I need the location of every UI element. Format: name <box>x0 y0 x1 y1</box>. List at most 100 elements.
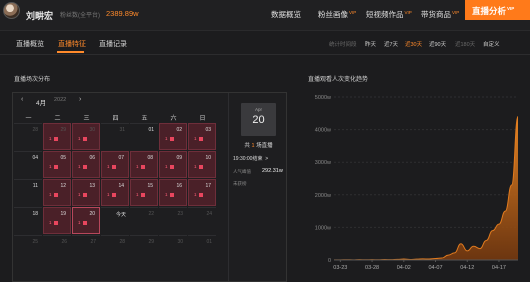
nav-label: 数据概览 <box>271 10 301 19</box>
live-icon <box>82 192 87 197</box>
avatar[interactable] <box>3 2 20 19</box>
day-number: 03 <box>205 127 211 133</box>
live-count-badge: 1 <box>165 164 174 169</box>
weekday-label: 二 <box>54 116 61 122</box>
range-30-days[interactable]: 近30天 <box>405 40 422 48</box>
selected-month: Apr <box>254 107 262 112</box>
calendar-day: 今天 <box>101 207 129 234</box>
live-icon <box>82 164 87 169</box>
calendar-day: 27 <box>72 235 100 262</box>
calendar-day-live[interactable]: 10 1 <box>188 151 216 178</box>
day-number: 23 <box>177 211 183 217</box>
day-number: 06 <box>89 155 95 161</box>
fans-label: 粉丝数(全平台) <box>60 13 100 19</box>
live-count-badge: 1 <box>107 192 116 197</box>
range-180-days: 近180天 <box>455 42 476 48</box>
calendar-day-live[interactable]: 03 1 <box>188 123 216 150</box>
calendar-day-live[interactable]: 15 1 <box>130 179 158 206</box>
nav-live-analysis[interactable]: 直播分析VIP <box>465 0 530 20</box>
x-tick-label: 03-28 <box>365 265 379 271</box>
prev-month-icon[interactable]: ‹ <box>21 96 23 103</box>
calendar-day: 30 <box>159 235 187 262</box>
calendar-day-live[interactable]: 30 1 <box>72 123 100 150</box>
calendar-header: ‹ 4月 2022 › <box>13 93 225 107</box>
live-count-number: 1 <box>107 192 110 197</box>
live-count-number: 1 <box>136 192 139 197</box>
calendar-day-live[interactable]: 19 1 <box>43 207 71 234</box>
calendar-day-live[interactable]: 02 1 <box>159 123 187 150</box>
calendar-day-live[interactable]: 05 1 <box>43 151 71 178</box>
nav-goods[interactable]: 带货商品VIP <box>421 9 459 20</box>
calendar-day-live[interactable]: 20 1 <box>72 207 100 234</box>
day-number: 19 <box>60 211 66 217</box>
live-count-badge: 1 <box>49 164 58 169</box>
live-icon <box>53 164 58 169</box>
tab-live-features[interactable]: 直播特征 <box>58 39 86 49</box>
calendar-day-live[interactable]: 12 1 <box>43 179 71 206</box>
y-tick-label: 5000w <box>315 95 331 101</box>
range-90-days[interactable]: 近90天 <box>429 40 446 48</box>
day-number: 30 <box>89 127 95 133</box>
live-icon <box>53 136 58 141</box>
day-number: 22 <box>148 211 154 217</box>
chevron-right-icon: > <box>265 156 269 162</box>
calendar-day: 11 <box>14 179 42 206</box>
day-number: 30 <box>177 239 183 245</box>
live-count-number: 1 <box>78 192 81 197</box>
calendar-day-live[interactable]: 08 1 <box>130 151 158 178</box>
live-count-number: 1 <box>194 164 197 169</box>
live-count-number: 1 <box>49 164 52 169</box>
weekday-label: 四 <box>112 116 119 122</box>
y-tick-label: 0 <box>328 258 331 264</box>
calendar-day: 01 <box>130 123 158 150</box>
weekday-label: 三 <box>83 116 90 122</box>
live-icon <box>53 220 58 225</box>
x-tick-label: 04-07 <box>428 265 442 271</box>
calendar-day: 24 <box>188 207 216 234</box>
live-icon <box>198 164 203 169</box>
range-label: 统计时间段 <box>329 42 357 48</box>
day-number: 12 <box>60 183 66 189</box>
calendar-day-live[interactable]: 29 1 <box>43 123 71 150</box>
calendar-day-live[interactable]: 09 1 <box>159 151 187 178</box>
calendar-day: 26 <box>43 235 71 262</box>
today-label: 今天 <box>115 212 126 218</box>
live-count-number: 1 <box>78 164 81 169</box>
next-month-icon[interactable]: › <box>79 96 81 103</box>
live-count-badge: 1 <box>194 164 203 169</box>
calendar-day: 04 <box>14 151 42 178</box>
nav-label: 粉丝画像 <box>318 10 348 19</box>
day-detail: Apr 20 共 1 场直播 19:30:00结束 > 人气峰值 292.31w… <box>228 93 287 281</box>
range-custom[interactable]: 自定义 <box>483 40 500 48</box>
y-tick-label: 4000w <box>315 128 331 134</box>
x-tick-label: 04-02 <box>397 265 411 271</box>
live-session[interactable]: 19:30:00结束 > <box>233 155 268 162</box>
calendar-day-live[interactable]: 13 1 <box>72 179 100 206</box>
calendar-day-live[interactable]: 06 1 <box>72 151 100 178</box>
range-7-days[interactable]: 近7天 <box>384 40 398 48</box>
live-icon <box>169 136 174 141</box>
range-yesterday[interactable]: 昨天 <box>365 40 376 48</box>
y-tick-label: 1000w <box>315 225 331 231</box>
calendar-panel: ‹ 4月 2022 › 一二三四五六日 28 29 1 30 1 31 01 02 1 03 1 04… <box>12 92 287 282</box>
tab-live-overview[interactable]: 直播概览 <box>16 39 44 49</box>
day-number: 11 <box>32 183 38 189</box>
live-count-number: 1 <box>78 136 81 141</box>
live-count-badge: 1 <box>49 192 58 197</box>
top-bar: 刘畊宏 粉丝数(全平台) 2389.89w 数据概览 粉丝画像VIP 短视频作品… <box>0 0 530 31</box>
nav-fans-profile[interactable]: 粉丝画像VIP <box>318 9 356 20</box>
calendar-day-live[interactable]: 14 1 <box>101 179 129 206</box>
tab-live-records[interactable]: 直播记录 <box>99 39 127 49</box>
live-icon <box>140 164 145 169</box>
calendar-day: 22 <box>130 207 158 234</box>
day-number: 16 <box>176 183 182 189</box>
active-tab-underline <box>57 51 84 53</box>
fans-value: 2389.89w <box>106 9 139 18</box>
calendar-day: 28 <box>101 235 129 262</box>
session-time: 19:30:00结束 <box>233 156 263 162</box>
nav-short-video[interactable]: 短视频作品VIP <box>366 9 412 20</box>
calendar-day-live[interactable]: 17 1 <box>188 179 216 206</box>
calendar-day-live[interactable]: 16 1 <box>159 179 187 206</box>
calendar-day-live[interactable]: 07 1 <box>101 151 129 178</box>
nav-data-overview[interactable]: 数据概览 <box>271 9 301 20</box>
